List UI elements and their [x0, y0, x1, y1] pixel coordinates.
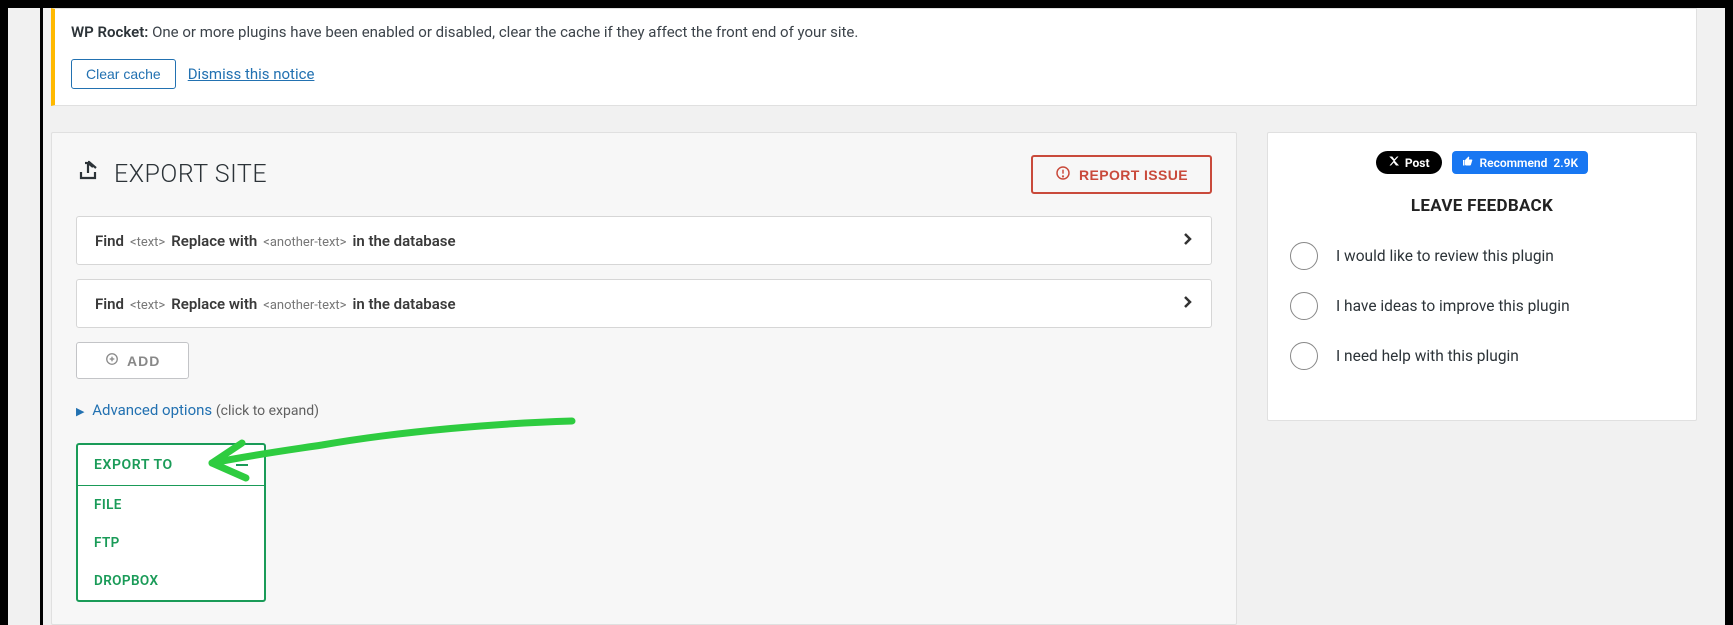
find-replace-row[interactable]: Find <text> Replace with <another-text> …	[76, 216, 1212, 265]
dismiss-notice-link[interactable]: Dismiss this notice	[188, 65, 315, 83]
minus-icon	[236, 464, 248, 466]
add-label: ADD	[127, 353, 160, 369]
export-to-label: EXPORT TO	[94, 457, 173, 473]
notice-text: WP Rocket: One or more plugins have been…	[71, 23, 1680, 41]
notice-wp-rocket: WP Rocket: One or more plugins have been…	[51, 8, 1697, 106]
fb-recommend-label: Recommend	[1480, 156, 1548, 170]
radio-icon	[1290, 292, 1318, 320]
export-option-file[interactable]: FILE	[78, 486, 264, 524]
export-site-panel: EXPORT SITE REPORT ISSUE Find	[51, 132, 1237, 625]
feedback-option-label: I need help with this plugin	[1336, 347, 1519, 365]
report-issue-button[interactable]: REPORT ISSUE	[1031, 155, 1212, 194]
panel-title-text: EXPORT SITE	[114, 160, 267, 189]
thumbs-up-icon	[1462, 155, 1474, 170]
social-buttons: Post Recommend 2.9K	[1290, 151, 1674, 174]
feedback-option-ideas[interactable]: I have ideas to improve this plugin	[1290, 292, 1674, 320]
advanced-options-toggle[interactable]: ▶ Advanced options (click to expand)	[76, 401, 1212, 419]
panel-title: EXPORT SITE	[76, 159, 267, 190]
fb-recommend-button[interactable]: Recommend 2.9K	[1452, 151, 1589, 174]
fb-recommend-count: 2.9K	[1553, 156, 1578, 170]
clear-cache-button[interactable]: Clear cache	[71, 59, 176, 89]
export-icon	[76, 159, 102, 190]
export-option-dropbox[interactable]: DROPBOX	[78, 562, 264, 600]
advanced-hint: (click to expand)	[216, 403, 319, 419]
export-option-ftp[interactable]: FTP	[78, 524, 264, 562]
x-post-button[interactable]: Post	[1376, 151, 1442, 174]
plus-circle-icon	[105, 352, 119, 369]
feedback-option-label: I would like to review this plugin	[1336, 247, 1554, 265]
add-button[interactable]: ADD	[76, 342, 189, 379]
chevron-right-icon	[1183, 294, 1193, 313]
feedback-option-help[interactable]: I need help with this plugin	[1290, 342, 1674, 370]
feedback-option-review[interactable]: I would like to review this plugin	[1290, 242, 1674, 270]
x-post-label: Post	[1405, 156, 1430, 170]
find-replace-text: Find <text> Replace with <another-text> …	[95, 232, 456, 250]
notice-actions: Clear cache Dismiss this notice	[71, 59, 1680, 89]
export-to-toggle[interactable]: EXPORT TO	[78, 445, 264, 486]
feedback-title: LEAVE FEEDBACK	[1290, 196, 1674, 216]
notice-message: One or more plugins have been enabled or…	[152, 23, 858, 41]
find-replace-row[interactable]: Find <text> Replace with <another-text> …	[76, 279, 1212, 328]
x-icon	[1388, 155, 1400, 170]
find-replace-text: Find <text> Replace with <another-text> …	[95, 295, 456, 313]
feedback-option-label: I have ideas to improve this plugin	[1336, 297, 1570, 315]
notice-prefix: WP Rocket:	[71, 23, 148, 41]
advanced-label: Advanced options	[92, 401, 212, 419]
radio-icon	[1290, 242, 1318, 270]
sidebar: Post Recommend 2.9K LEAVE FEEDBACK I wou…	[1267, 132, 1697, 421]
warning-icon	[1055, 165, 1071, 184]
chevron-right-icon	[1183, 231, 1193, 250]
radio-icon	[1290, 342, 1318, 370]
triangle-right-icon: ▶	[76, 405, 84, 418]
report-issue-label: REPORT ISSUE	[1079, 167, 1188, 183]
export-to-dropdown: EXPORT TO FILE FTP DROPBOX	[76, 443, 266, 602]
